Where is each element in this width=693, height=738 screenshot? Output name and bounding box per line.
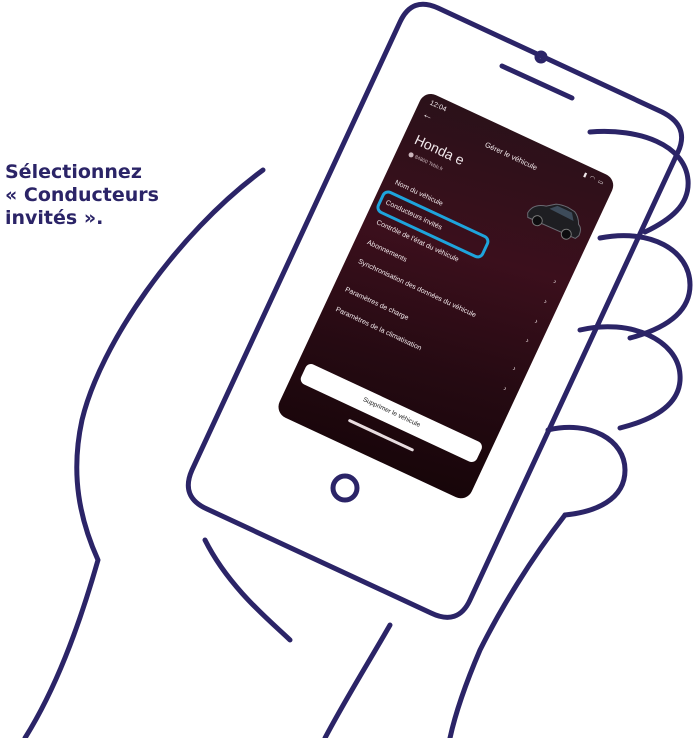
chevron-right-icon: › (501, 383, 509, 393)
hand-outline (22, 167, 266, 738)
chevron-right-icon: › (524, 335, 531, 345)
chevron-right-icon: › (511, 363, 518, 373)
chevron-right-icon: › (533, 316, 540, 326)
home-button-icon (330, 473, 360, 503)
status-icons: ▮ ◠ ▭ (582, 172, 606, 188)
hand-right-edge (447, 512, 568, 738)
hand-fold-line (202, 537, 293, 643)
chevron-right-icon: › (551, 276, 559, 286)
chevron-right-icon: › (542, 296, 549, 306)
wrist-line (322, 622, 393, 738)
finger-4 (545, 424, 628, 518)
finger-3 (577, 324, 683, 431)
phone-speaker (499, 63, 575, 101)
